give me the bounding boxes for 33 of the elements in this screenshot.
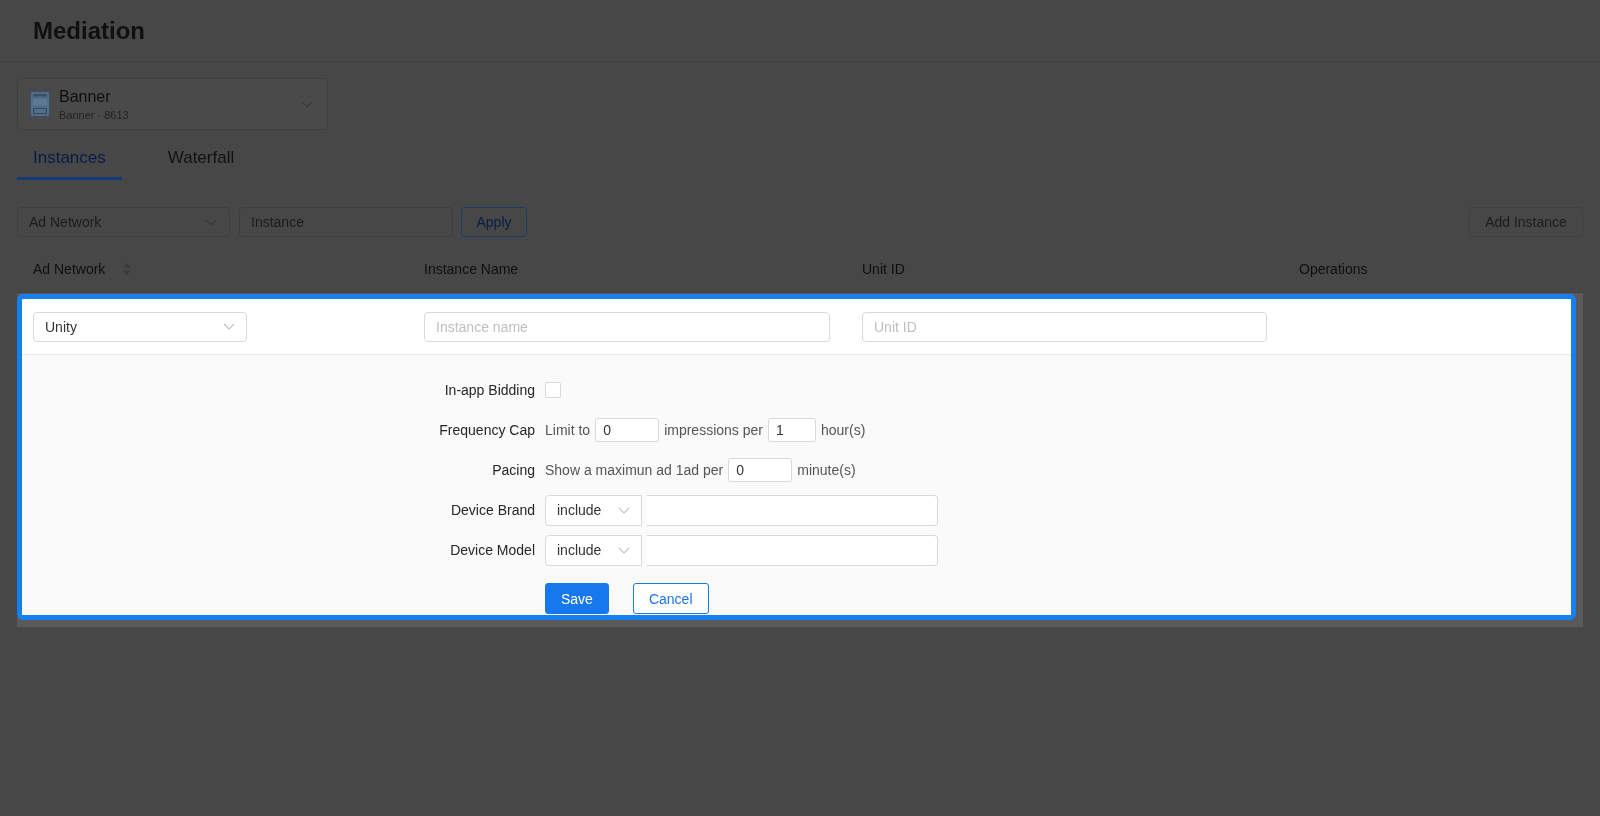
number-input[interactable]: 0 — [595, 418, 660, 442]
inline-text: minute(s) — [797, 462, 856, 478]
ad-unit-name: Banner — [59, 86, 112, 106]
column-header: Instance Name — [424, 260, 519, 277]
column-header: Ad Network — [33, 260, 106, 277]
save-button[interactable]: Save — [545, 583, 609, 614]
field-label: In-app Bidding — [444, 382, 535, 398]
text-input[interactable] — [647, 534, 938, 566]
number-input[interactable]: 1 — [767, 418, 816, 442]
chevron-down-icon — [618, 546, 630, 554]
ad-network-select[interactable]: Unity — [33, 311, 247, 342]
chevron-down-icon — [618, 506, 630, 514]
unit-id-field[interactable]: Unit ID — [862, 311, 1267, 342]
cancel-button[interactable]: Cancel — [632, 583, 709, 614]
text-input[interactable] — [647, 494, 938, 526]
match-mode-select[interactable]: include — [545, 494, 642, 526]
field-label: Pacing — [492, 462, 535, 478]
field-label: Device Brand — [450, 502, 535, 518]
chevron-down-icon — [223, 323, 235, 330]
page-title: Mediation — [33, 16, 145, 45]
inline-text: Limit to — [545, 422, 591, 438]
instance-name-field[interactable]: Instance name — [424, 311, 830, 342]
banner-ad-icon — [30, 91, 50, 117]
field-label: Device Model — [450, 542, 535, 558]
checkbox[interactable] — [545, 382, 561, 398]
field-label: Frequency Cap — [439, 422, 535, 438]
inline-text: Show a maximun ad 1ad per — [545, 462, 724, 478]
number-input[interactable]: 0 — [728, 458, 793, 482]
column-header: Unit ID — [862, 260, 905, 277]
inline-text: impressions per — [664, 422, 763, 438]
column-header: Operations — [1299, 260, 1368, 277]
inline-text: hour(s) — [820, 422, 866, 438]
match-mode-select[interactable]: include — [545, 534, 642, 566]
